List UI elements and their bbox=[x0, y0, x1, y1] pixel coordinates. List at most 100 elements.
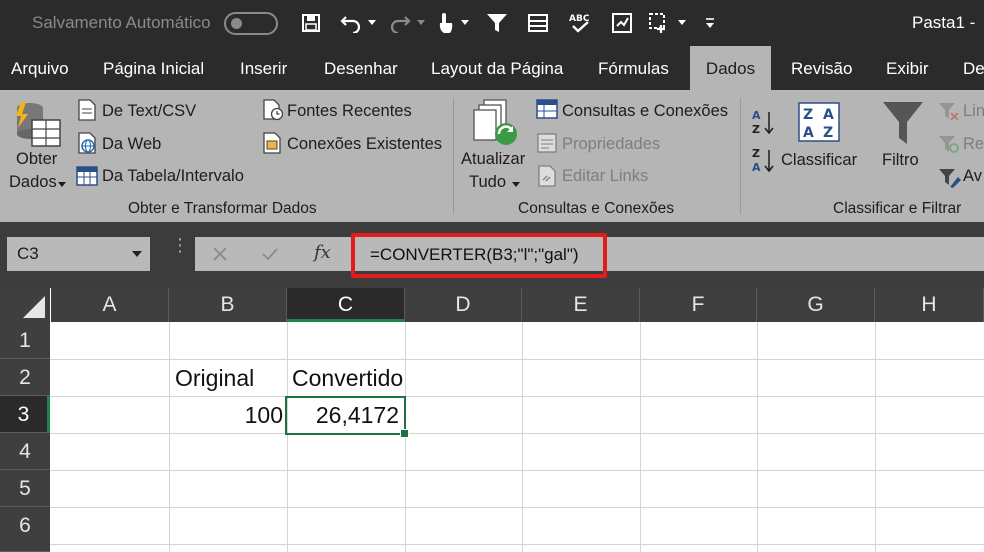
existing-connections-icon bbox=[262, 132, 282, 159]
column-header-b[interactable]: B bbox=[169, 288, 287, 322]
get-data-label-1: Obter bbox=[16, 150, 58, 168]
column-header-e[interactable]: E bbox=[522, 288, 640, 322]
tab-revisao[interactable]: Revisão bbox=[791, 46, 852, 90]
touch-dropdown-icon[interactable] bbox=[461, 20, 469, 25]
svg-text:Z: Z bbox=[752, 123, 760, 136]
row-header-6[interactable]: 6 bbox=[0, 507, 50, 552]
svg-text:A: A bbox=[823, 107, 834, 123]
existing-connections-label: Conexões Existentes bbox=[287, 135, 443, 153]
properties-icon bbox=[537, 133, 557, 158]
svg-text:A: A bbox=[752, 109, 761, 122]
formula-bar-grip-icon[interactable]: ⋮ bbox=[171, 236, 189, 254]
edit-links-label: Editar Links bbox=[562, 167, 649, 185]
add-dropdown-icon[interactable] bbox=[678, 20, 686, 25]
filter-label: Filtro bbox=[882, 151, 919, 169]
tab-arquivo[interactable]: Arquivo bbox=[11, 46, 69, 90]
column-header-h[interactable]: H bbox=[875, 288, 984, 322]
svg-text:Z: Z bbox=[803, 107, 813, 123]
title-bar: Salvamento Automático ABC Pasta1 - bbox=[0, 0, 984, 46]
row-header-5[interactable]: 5 bbox=[0, 470, 50, 507]
tab-formulas[interactable]: Fórmulas bbox=[598, 46, 669, 90]
from-text-label: De Text/CSV bbox=[102, 102, 197, 120]
sort-descending-icon[interactable]: ZA bbox=[752, 146, 776, 181]
add-to-qa-icon[interactable] bbox=[646, 9, 672, 37]
from-table-label: Da Tabela/Intervalo bbox=[102, 167, 244, 185]
worksheet-grid: A B C D E F G H 1 2 3 4 5 6 Original Con… bbox=[0, 288, 984, 552]
select-all-button[interactable] bbox=[0, 288, 50, 322]
touch-mode-icon[interactable] bbox=[433, 9, 457, 37]
reapply-filter-icon bbox=[938, 134, 960, 159]
column-header-a[interactable]: A bbox=[51, 288, 169, 322]
column-header-f[interactable]: F bbox=[640, 288, 757, 322]
get-data-label-2: Dados bbox=[9, 173, 57, 191]
get-data-dropdown-icon bbox=[58, 182, 66, 187]
web-icon bbox=[77, 132, 99, 159]
text-file-icon bbox=[77, 99, 97, 126]
compare-icon[interactable] bbox=[609, 9, 635, 37]
autosave-toggle[interactable] bbox=[224, 12, 278, 35]
svg-text:Z: Z bbox=[823, 125, 833, 141]
from-web-label: Da Web bbox=[102, 135, 162, 153]
tab-inserir[interactable]: Inserir bbox=[240, 46, 287, 90]
sort-ascending-icon[interactable]: AZ bbox=[752, 108, 776, 141]
advanced-filter-icon bbox=[938, 167, 962, 194]
cell-b3[interactable]: 100 bbox=[169, 397, 283, 433]
form-icon[interactable] bbox=[525, 9, 551, 37]
row-header-2[interactable]: 2 bbox=[0, 359, 50, 396]
group-label-queries: Consultas e Conexões bbox=[518, 200, 674, 217]
ribbon-dados: Obter Dados De Text/CSV Da Web Da Tabela… bbox=[0, 90, 984, 222]
clear-filter-label: Lin bbox=[963, 102, 984, 120]
advanced-filter-label: Av bbox=[963, 167, 982, 185]
recent-sources-icon bbox=[262, 99, 284, 126]
group-divider bbox=[453, 98, 454, 214]
tab-exibir[interactable]: Exibir bbox=[886, 46, 929, 90]
tab-layout-da-pagina[interactable]: Layout da Página bbox=[431, 46, 563, 90]
formula-buttons: fx bbox=[195, 237, 352, 271]
active-cell-selection[interactable] bbox=[285, 396, 409, 438]
tab-desenhar[interactable]: Desenhar bbox=[324, 46, 398, 90]
cell-c2[interactable]: Convertido bbox=[292, 360, 403, 396]
document-title: Pasta1 - bbox=[912, 13, 976, 32]
svg-text:Z: Z bbox=[752, 147, 760, 160]
row-header-1[interactable]: 1 bbox=[0, 322, 50, 359]
ribbon-tabs: Arquivo Página Inicial Inserir Desenhar … bbox=[0, 46, 984, 90]
properties-label: Propriedades bbox=[562, 135, 661, 153]
sort-dialog-icon: ZAAZ bbox=[798, 102, 840, 147]
autosave-label: Salvamento Automático bbox=[32, 13, 211, 32]
queries-connections-label: Consultas e Conexões bbox=[562, 102, 729, 120]
column-header-c[interactable]: C bbox=[287, 288, 405, 322]
filter-icon bbox=[882, 100, 924, 151]
name-box[interactable]: C3 bbox=[7, 237, 150, 271]
cell-b2[interactable]: Original bbox=[175, 360, 254, 396]
column-header-d[interactable]: D bbox=[405, 288, 522, 322]
sort-label: Classificar bbox=[781, 151, 858, 169]
svg-text:A: A bbox=[752, 161, 761, 174]
enter-icon[interactable] bbox=[261, 246, 279, 267]
row-header-4[interactable]: 4 bbox=[0, 433, 50, 470]
filter-qa-icon[interactable] bbox=[484, 9, 510, 37]
redo-dropdown-icon[interactable] bbox=[417, 20, 425, 25]
formula-text: =CONVERTER(B3;"l";"gal") bbox=[370, 245, 579, 264]
tab-dados[interactable]: Dados bbox=[690, 46, 771, 90]
refresh-all-label-1: Atualizar bbox=[461, 150, 526, 168]
group-divider bbox=[740, 98, 741, 214]
cancel-icon[interactable] bbox=[212, 246, 228, 267]
row-header-3[interactable]: 3 bbox=[0, 396, 50, 433]
group-label-get-transform: Obter e Transformar Dados bbox=[128, 200, 317, 217]
column-header-g[interactable]: G bbox=[757, 288, 875, 322]
tab-pagina-inicial[interactable]: Página Inicial bbox=[103, 46, 204, 90]
customize-qa-icon[interactable] bbox=[700, 9, 720, 37]
undo-icon[interactable] bbox=[338, 9, 364, 37]
name-box-dropdown-icon[interactable] bbox=[132, 251, 142, 257]
queries-connections-icon bbox=[536, 99, 558, 124]
insert-function-icon[interactable]: fx bbox=[314, 242, 331, 263]
undo-dropdown-icon[interactable] bbox=[368, 20, 376, 25]
redo-icon[interactable] bbox=[387, 9, 413, 37]
spelling-icon[interactable]: ABC bbox=[567, 9, 593, 37]
refresh-all-icon bbox=[472, 98, 522, 155]
name-box-value: C3 bbox=[17, 244, 39, 263]
tab-desenvolvedor[interactable]: De bbox=[963, 46, 984, 90]
save-icon[interactable] bbox=[298, 9, 324, 37]
group-label-sort-filter: Classificar e Filtrar bbox=[833, 200, 962, 217]
refresh-all-label-2: Tudo bbox=[469, 173, 506, 191]
